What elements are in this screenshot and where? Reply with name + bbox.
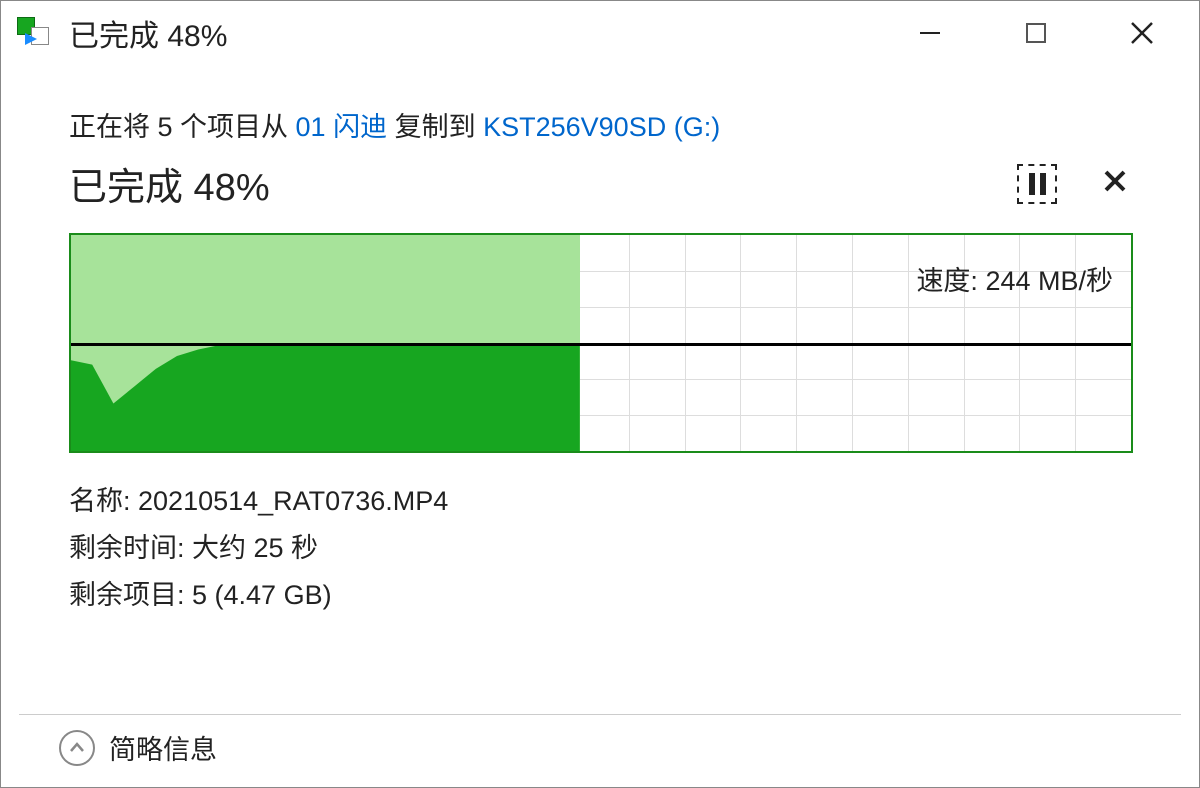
chart-midline (71, 343, 1131, 346)
items-value: 5 (4.47 GB) (192, 580, 332, 610)
copy-icon (17, 17, 57, 49)
detail-items: 剩余项目: 5 (4.47 GB) (69, 573, 1139, 612)
cancel-button[interactable] (1103, 168, 1127, 200)
pause-button[interactable] (1017, 164, 1057, 204)
titlebar: 已完成 48% (1, 1, 1199, 65)
copy-mid: 复制到 (387, 112, 483, 142)
name-value: 20210514_RAT0736.MP4 (138, 486, 448, 516)
time-value: 大约 25 秒 (192, 533, 318, 563)
chevron-up-icon (59, 730, 95, 766)
name-label: 名称: (69, 486, 138, 516)
items-label: 剩余项目: (69, 580, 192, 610)
time-label: 剩余时间: (69, 533, 192, 563)
maximize-button[interactable] (1013, 10, 1059, 56)
minimize-button[interactable] (907, 10, 953, 56)
dest-link[interactable]: KST256V90SD (G:) (483, 112, 720, 142)
toggle-label: 简略信息 (109, 728, 217, 767)
content: 正在将 5 个项目从 01 闪迪 复制到 KST256V90SD (G:) 已完… (1, 65, 1199, 612)
speed-chart[interactable]: 速度: 244 MB/秒 (69, 233, 1133, 453)
window-title: 已完成 48% (69, 11, 227, 55)
pause-icon (1029, 173, 1046, 195)
window-controls (907, 10, 1189, 56)
close-button[interactable] (1119, 10, 1165, 56)
progress-row: 已完成 48% (69, 156, 1139, 211)
detail-time: 剩余时间: 大约 25 秒 (69, 526, 1139, 565)
source-link[interactable]: 01 闪迪 (296, 112, 388, 142)
progress-text: 已完成 48% (69, 156, 270, 211)
speed-label: 速度: 244 MB/秒 (916, 259, 1113, 298)
copy-dialog-window: 已完成 48% 正在将 5 个项目从 01 闪迪 复制到 KST256V90SD… (0, 0, 1200, 788)
copy-prefix: 正在将 5 个项目从 (69, 112, 296, 142)
detail-name: 名称: 20210514_RAT0736.MP4 (69, 479, 1139, 518)
copy-description: 正在将 5 个项目从 01 闪迪 复制到 KST256V90SD (G:) (69, 105, 1139, 144)
progress-controls (1017, 164, 1139, 204)
details-toggle[interactable]: 简略信息 (59, 728, 217, 767)
separator (19, 714, 1181, 715)
close-icon (1103, 169, 1127, 193)
